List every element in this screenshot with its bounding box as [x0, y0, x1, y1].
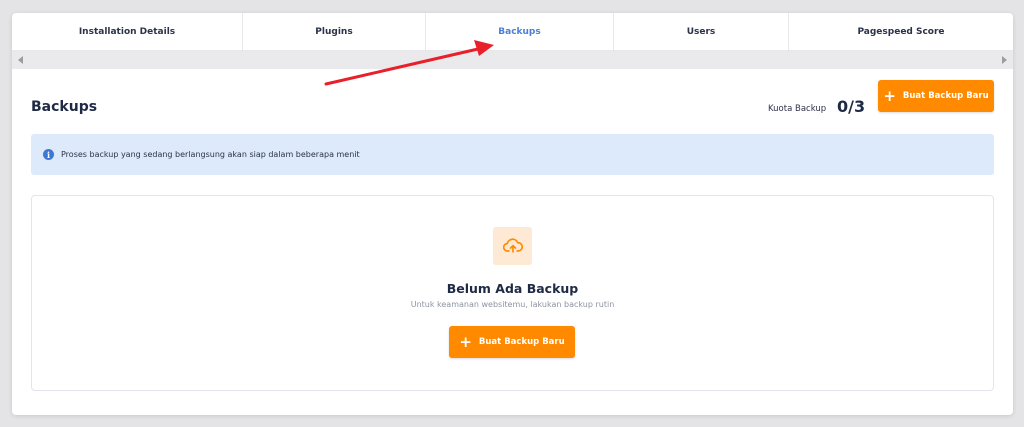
quota-label: Kuota Backup: [768, 104, 827, 114]
backups-header: Backups Kuota Backup 0/3: [12, 69, 1013, 129]
quota-value: 0/3: [837, 97, 866, 116]
new-backup-button[interactable]: + Buat Backup Baru: [878, 80, 994, 112]
tab-bar: Installation Details Plugins Backups Use…: [12, 13, 1013, 51]
tab-pagespeed-score[interactable]: Pagespeed Score: [789, 13, 1013, 51]
cloud-upload-icon-box: [493, 227, 532, 265]
empty-new-backup-button[interactable]: + Buat Backup Baru: [449, 326, 575, 358]
backups-panel: Installation Details Plugins Backups Use…: [12, 13, 1013, 415]
empty-new-backup-button-label: Buat Backup Baru: [478, 337, 565, 347]
tab-installation-details[interactable]: Installation Details: [12, 13, 243, 51]
scroll-right-icon[interactable]: [1002, 56, 1007, 64]
page-title: Backups: [31, 99, 98, 115]
scroll-left-icon[interactable]: [18, 56, 23, 64]
plus-icon: +: [459, 332, 472, 351]
empty-state-subtitle: Untuk keamanan websitemu, lakukan backup…: [410, 300, 615, 309]
new-backup-button-label: Buat Backup Baru: [902, 91, 989, 101]
tab-backups[interactable]: Backups: [426, 13, 614, 51]
alert-text: Proses backup yang sedang berlangsung ak…: [61, 150, 360, 159]
cloud-upload-icon: [502, 238, 523, 253]
tab-plugins[interactable]: Plugins: [243, 13, 426, 51]
info-icon: i: [43, 149, 54, 160]
empty-state-title: Belum Ada Backup: [446, 281, 579, 296]
info-alert: i Proses backup yang sedang berlangsung …: [31, 134, 994, 175]
plus-icon: +: [883, 86, 896, 105]
horizontal-scrollbar[interactable]: [12, 51, 1013, 69]
tab-users[interactable]: Users: [614, 13, 789, 51]
